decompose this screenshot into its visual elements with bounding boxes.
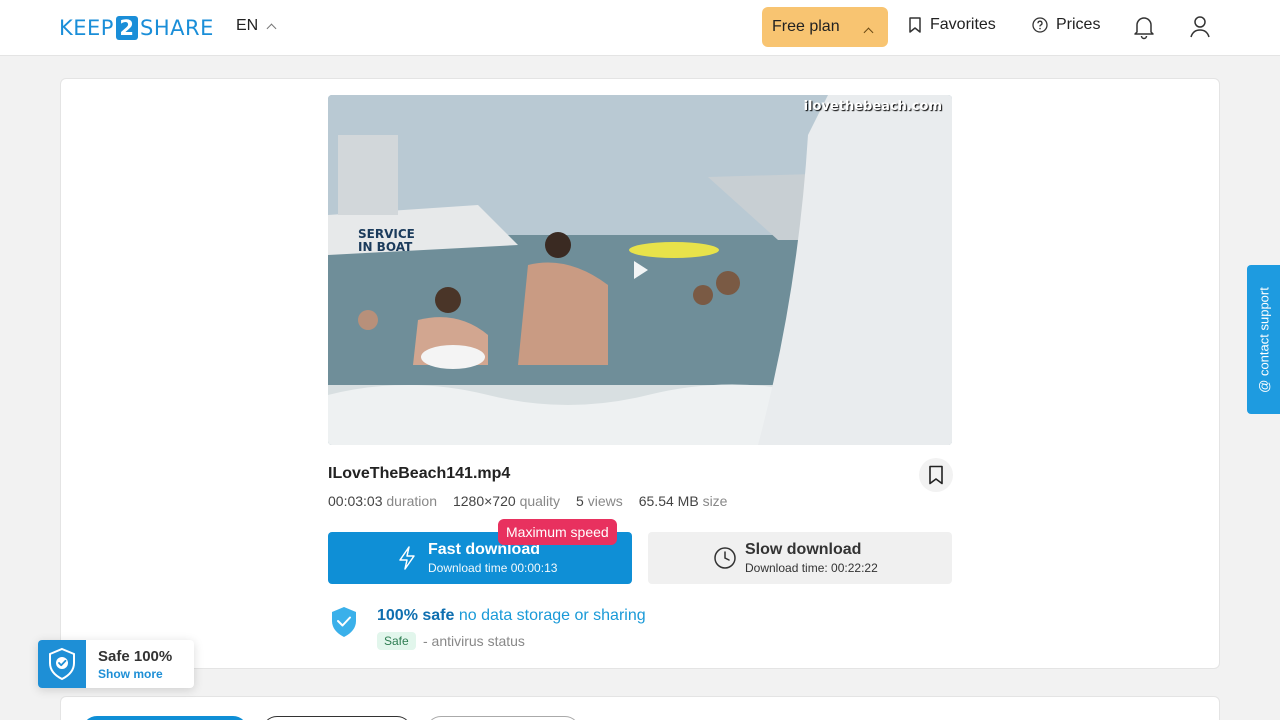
contact-support-tab[interactable]: @ contact support (1247, 265, 1280, 414)
video-watermark: ilovethebeach.com (803, 99, 942, 114)
language-selector[interactable]: EN (236, 17, 277, 35)
free-plan-label: Free plan (772, 18, 840, 35)
safe-widget-icon-box (38, 640, 86, 688)
user-icon (1190, 16, 1210, 38)
logo-share: SHARE (139, 16, 214, 40)
prices-link[interactable]: Prices (1032, 16, 1100, 34)
file-meta: 00:03:03 duration 1280×720 quality 5 vie… (328, 493, 727, 509)
safety-title-strong: 100% safe (377, 607, 455, 624)
meta-duration: 00:03:03 duration (328, 493, 437, 509)
slow-download-label: Slow download (745, 541, 862, 558)
meta-size: 65.54 MB size (638, 493, 728, 509)
safe-widget[interactable]: Safe 100% Show more (38, 640, 194, 688)
max-speed-badge: Maximum speed (498, 519, 617, 545)
shield-check-icon (332, 607, 356, 637)
help-circle-icon (1032, 17, 1048, 33)
bottom-tab-3[interactable] (426, 716, 580, 720)
play-icon[interactable] (634, 261, 648, 279)
slow-download-time: Download time: 00:22:22 (745, 561, 878, 575)
logo-keep: KEEP (59, 16, 114, 40)
fast-download-time: Download time 00:00:13 (428, 561, 558, 575)
bell-icon (1134, 17, 1154, 40)
logo-two: 2 (115, 16, 138, 40)
favorites-label: Favorites (930, 16, 996, 33)
file-name: ILoveTheBeach141.mp4 (328, 465, 511, 482)
shield-check-icon (49, 647, 75, 681)
header: KEEP 2 SHARE EN Free plan Favorites Pric… (0, 0, 1280, 56)
add-to-favorites-button[interactable] (919, 458, 953, 492)
favorites-link[interactable]: Favorites (908, 16, 996, 34)
clock-icon (714, 547, 736, 569)
notifications-button[interactable] (1132, 14, 1156, 40)
bookmark-icon (909, 17, 921, 33)
meta-views: 5 views (576, 493, 623, 509)
safety-title-rest: no data storage or sharing (458, 607, 646, 624)
prices-label: Prices (1056, 16, 1101, 33)
safe-widget-title: Safe 100% (98, 648, 173, 665)
chevron-up-icon (266, 23, 277, 33)
safety-title: 100% safe no data storage or sharing (377, 607, 646, 625)
free-plan-button[interactable]: Free plan (762, 7, 888, 47)
antivirus-status: - antivirus status (423, 633, 525, 649)
meta-quality: 1280×720 quality (452, 493, 561, 509)
bottom-tab-2[interactable] (262, 716, 412, 720)
show-more-link[interactable]: Show more (98, 667, 163, 681)
slow-download-button[interactable]: Slow download Download time: 00:22:22 (648, 532, 952, 584)
contact-support-label: @ contact support (1256, 286, 1271, 393)
safety-row (330, 606, 358, 643)
antivirus-badge: Safe (377, 632, 416, 650)
bookmark-icon (929, 465, 943, 485)
account-button[interactable] (1188, 14, 1212, 40)
language-label: EN (236, 17, 259, 34)
svg-text:SERVICE: SERVICE (358, 227, 415, 241)
svg-text:IN BOAT: IN BOAT (358, 240, 413, 254)
chevron-up-icon (863, 27, 874, 38)
bottom-tab-1[interactable] (82, 716, 248, 720)
logo[interactable]: KEEP 2 SHARE (59, 14, 214, 42)
lightning-icon (399, 546, 415, 570)
